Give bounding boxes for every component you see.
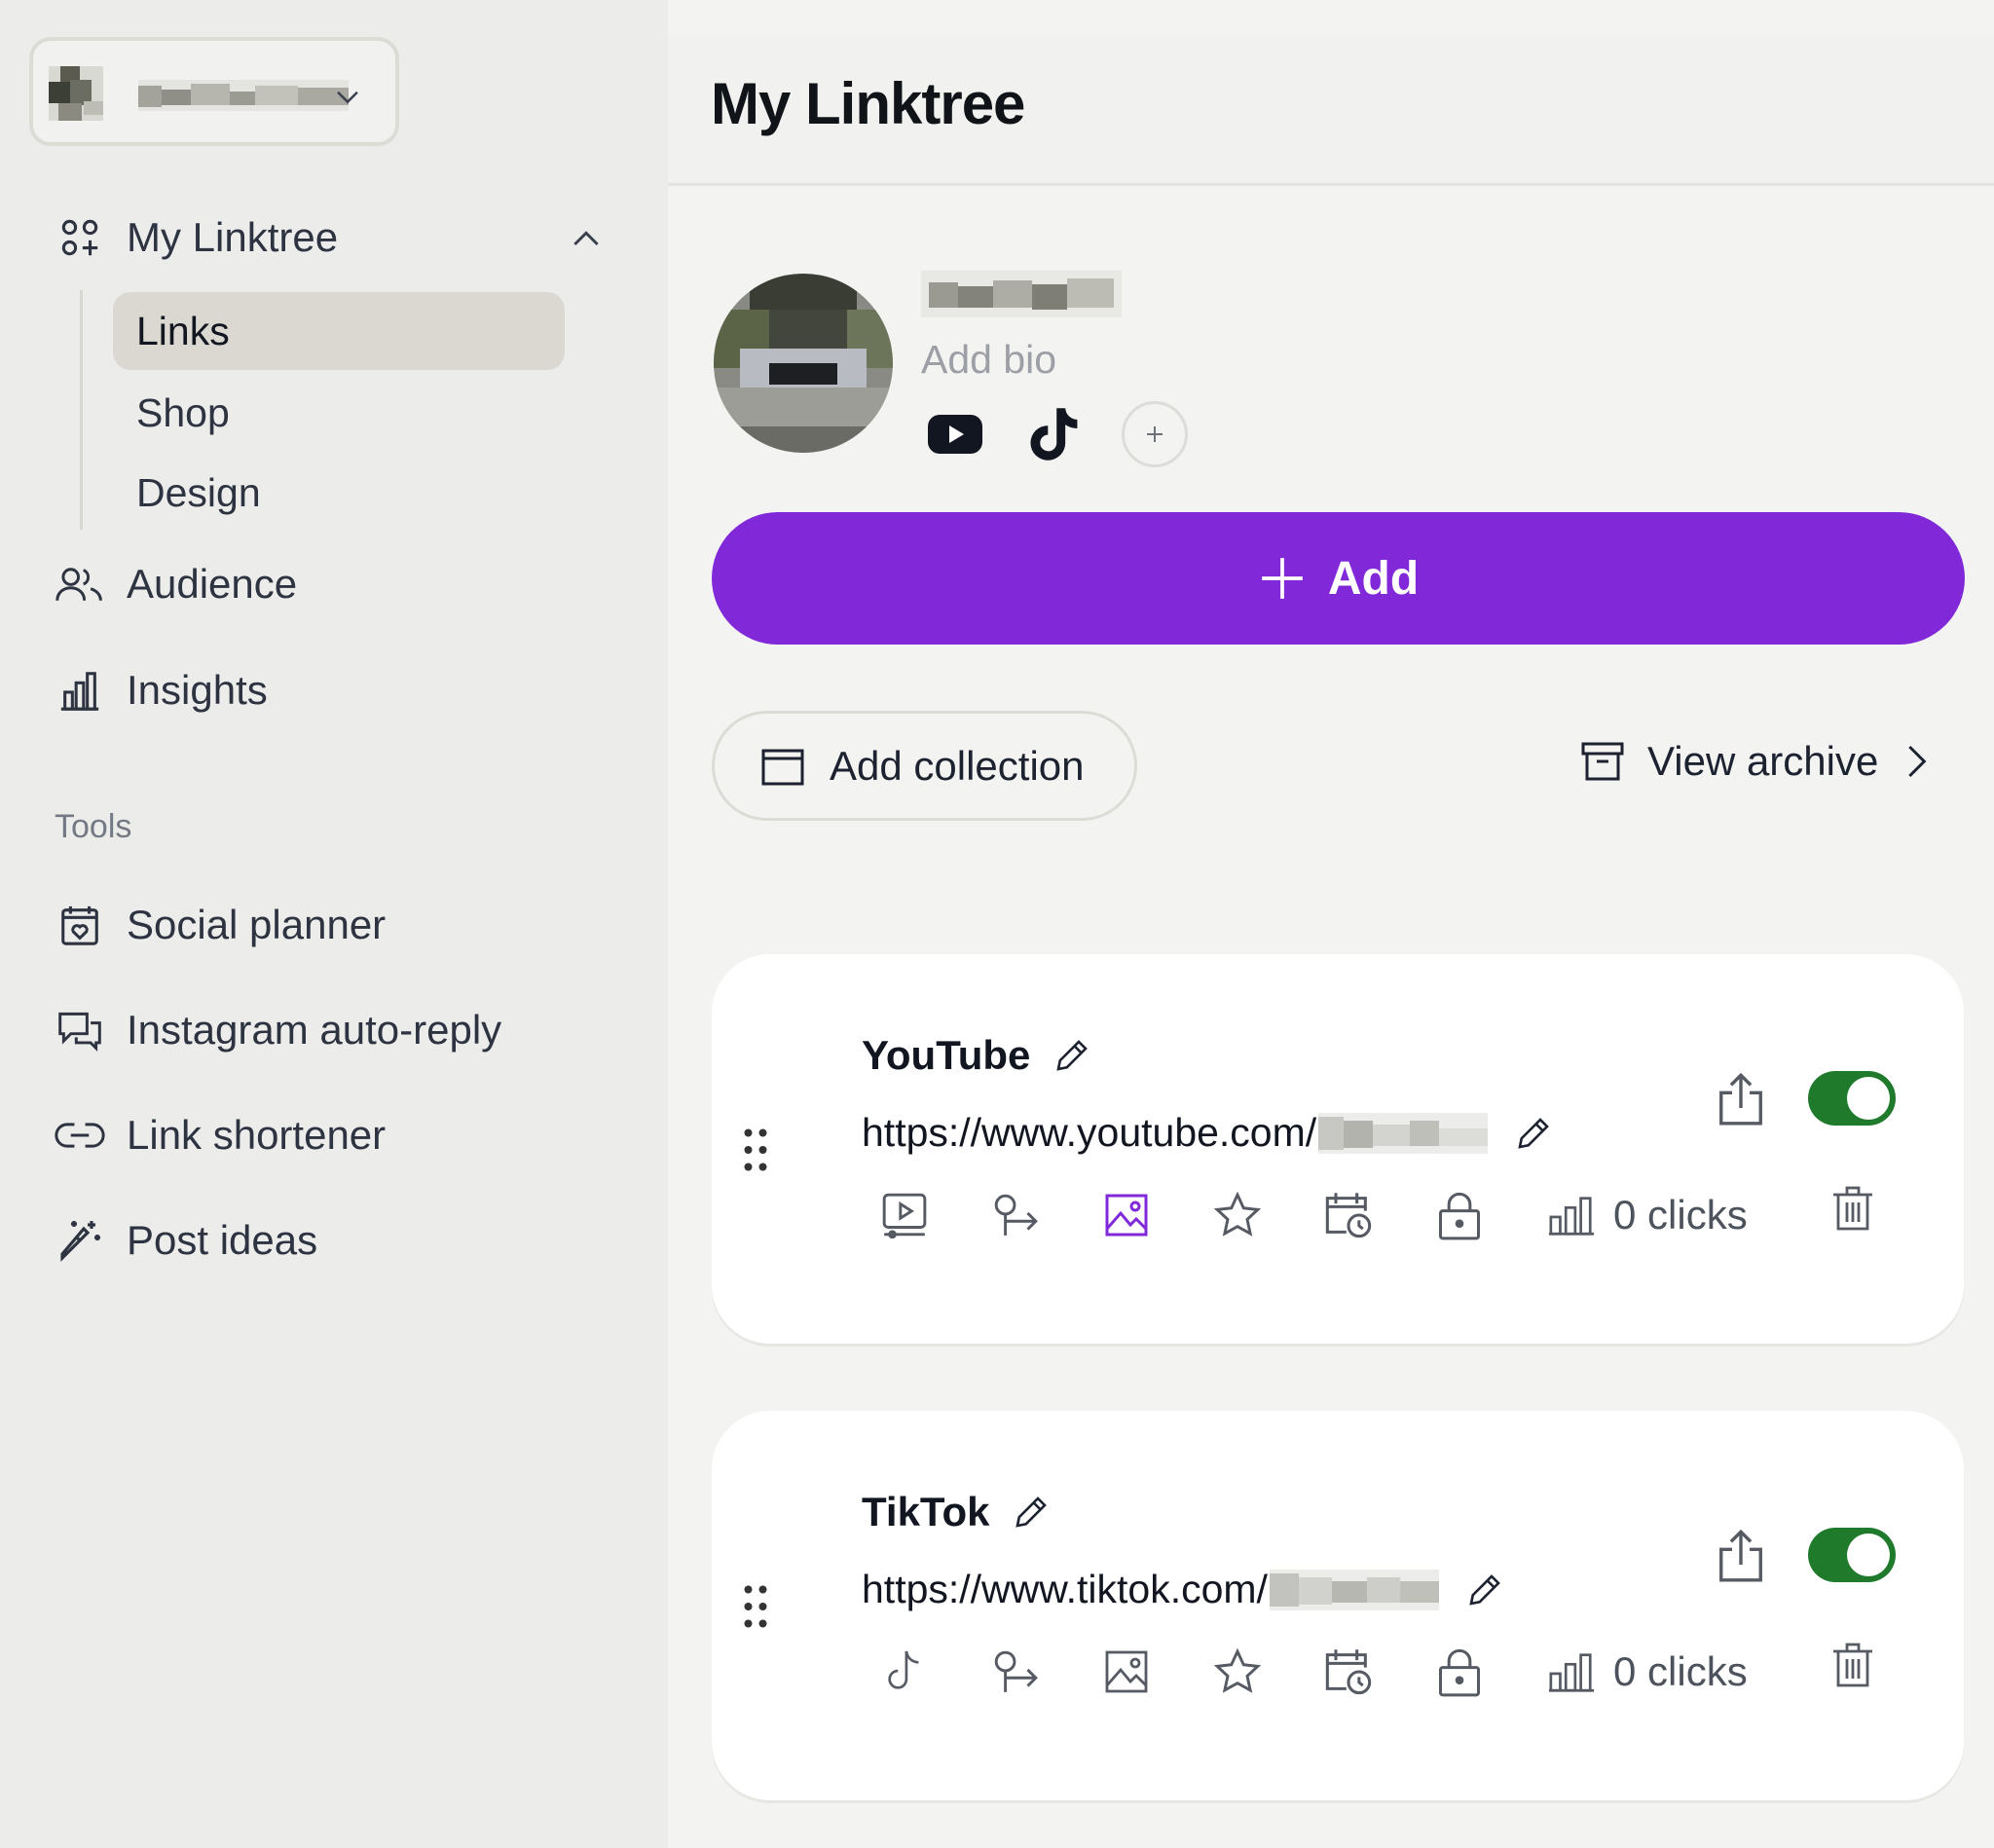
lock-icon[interactable] xyxy=(1430,1643,1489,1701)
url-redacted xyxy=(1269,1569,1439,1610)
drag-handle-icon[interactable] xyxy=(739,1126,772,1174)
add-social-button[interactable] xyxy=(1122,401,1188,467)
archive-icon xyxy=(1581,742,1624,781)
tools-section-label: Tools xyxy=(55,808,132,845)
link-title[interactable]: TikTok xyxy=(862,1489,989,1535)
nav-label: My Linktree xyxy=(127,214,339,260)
sidebar-item-design[interactable]: Design xyxy=(113,454,565,532)
profile-avatar[interactable] xyxy=(711,271,896,456)
tiktok-icon[interactable] xyxy=(1020,404,1089,464)
add-collection-label: Add collection xyxy=(830,742,1085,789)
link-url[interactable]: https://www.tiktok.com/ xyxy=(862,1567,1268,1612)
nav-link-shortener[interactable]: Link shortener xyxy=(55,1110,386,1161)
plus-icon xyxy=(1262,558,1303,599)
chat-bubbles-icon xyxy=(55,1005,105,1055)
page-title: My Linktree xyxy=(711,71,1025,136)
link-url-row: https://www.tiktok.com/ xyxy=(862,1567,1505,1612)
bar-chart-icon xyxy=(1548,1197,1595,1236)
nav-label: Instagram auto-reply xyxy=(127,1007,502,1053)
click-count-label: 0 clicks xyxy=(1613,1648,1748,1694)
share-icon[interactable] xyxy=(1717,1073,1765,1126)
profile-name-redacted[interactable] xyxy=(921,271,1122,317)
tiktok-icon[interactable] xyxy=(875,1643,934,1701)
pencil-icon[interactable] xyxy=(1011,1492,1052,1533)
thumbnail-icon[interactable] xyxy=(1097,1186,1156,1244)
youtube-icon[interactable] xyxy=(921,404,989,464)
link-enabled-toggle[interactable] xyxy=(1808,1528,1896,1582)
sidebar-item-shop[interactable]: Shop xyxy=(113,374,565,452)
link-card-youtube: YouTube https://www.youtube.com/ 0 click… xyxy=(712,954,1964,1344)
subtree-line xyxy=(80,290,83,530)
nav-label: Link shortener xyxy=(127,1112,387,1158)
link-url-row: https://www.youtube.com/ xyxy=(862,1110,1554,1156)
add-link-button[interactable]: Add xyxy=(712,512,1965,645)
apps-icon xyxy=(55,212,105,263)
thumbnail-icon[interactable] xyxy=(1097,1643,1156,1701)
pencil-icon[interactable] xyxy=(1052,1035,1092,1076)
nav-label: Social planner xyxy=(127,902,387,947)
link-url[interactable]: https://www.youtube.com/ xyxy=(862,1110,1316,1156)
view-archive-link[interactable]: View archive xyxy=(1579,738,1933,785)
sidebar-item-label: Links xyxy=(136,308,230,353)
pencil-icon[interactable] xyxy=(1513,1113,1554,1154)
nav-label: Audience xyxy=(127,561,298,607)
star-icon[interactable] xyxy=(1208,1186,1267,1244)
nav-my-linktree[interactable]: My Linktree xyxy=(55,212,338,263)
account-switcher[interactable] xyxy=(29,37,399,146)
click-count[interactable]: 0 clicks xyxy=(1547,1192,1748,1238)
link-card-tiktok: TikTok https://www.tiktok.com/ 0 clicks xyxy=(712,1411,1964,1800)
nav-social-planner[interactable]: Social planner xyxy=(55,900,386,950)
chevron-right-icon xyxy=(1908,745,1927,778)
chevron-up-icon[interactable] xyxy=(567,220,606,259)
nav-audience[interactable]: Audience xyxy=(55,559,297,610)
link-enabled-toggle[interactable] xyxy=(1808,1071,1896,1126)
account-name-redacted xyxy=(138,80,349,111)
nav-insights[interactable]: Insights xyxy=(55,665,268,716)
sidebar: My Linktree Links Shop Design Audience I… xyxy=(0,0,668,1848)
click-count-label: 0 clicks xyxy=(1613,1192,1748,1238)
trash-icon[interactable] xyxy=(1831,1641,1874,1689)
url-redacted xyxy=(1318,1112,1489,1154)
click-count[interactable]: 0 clicks xyxy=(1547,1648,1748,1695)
redirect-icon[interactable] xyxy=(986,1643,1045,1701)
sidebar-item-links[interactable]: Links xyxy=(113,292,565,370)
toggle-knob xyxy=(1847,1534,1890,1576)
nav-label: Insights xyxy=(127,667,268,713)
nav-label: Post ideas xyxy=(127,1217,318,1263)
account-avatar xyxy=(49,66,103,121)
share-icon[interactable] xyxy=(1717,1530,1765,1582)
link-title-row: YouTube xyxy=(862,1032,1092,1079)
collection-icon xyxy=(761,749,804,785)
sidebar-item-label: Design xyxy=(136,469,261,515)
magic-wand-icon xyxy=(55,1215,105,1266)
view-archive-label: View archive xyxy=(1647,738,1879,784)
add-bio-placeholder[interactable]: Add bio xyxy=(921,337,1056,383)
chevron-down-icon xyxy=(337,91,358,104)
sidebar-item-label: Shop xyxy=(136,389,230,435)
page-header: My Linktree xyxy=(668,35,1994,186)
schedule-icon[interactable] xyxy=(1319,1643,1378,1701)
link-title[interactable]: YouTube xyxy=(862,1032,1030,1079)
add-button-label: Add xyxy=(1327,552,1420,605)
link-icon xyxy=(55,1110,105,1161)
bar-chart-icon xyxy=(1548,1653,1595,1692)
people-icon xyxy=(55,559,105,610)
pencil-icon[interactable] xyxy=(1464,1570,1505,1610)
nav-post-ideas[interactable]: Post ideas xyxy=(55,1215,317,1266)
nav-instagram-auto-reply[interactable]: Instagram auto-reply xyxy=(55,1005,501,1055)
link-title-row: TikTok xyxy=(862,1489,1052,1535)
toggle-knob xyxy=(1847,1077,1890,1120)
video-icon[interactable] xyxy=(875,1186,934,1244)
add-collection-button[interactable]: Add collection xyxy=(712,711,1137,821)
trash-icon[interactable] xyxy=(1831,1184,1874,1233)
drag-handle-icon[interactable] xyxy=(739,1582,772,1631)
schedule-icon[interactable] xyxy=(1319,1186,1378,1244)
lock-icon[interactable] xyxy=(1430,1186,1489,1244)
redirect-icon[interactable] xyxy=(986,1186,1045,1244)
star-icon[interactable] xyxy=(1208,1643,1267,1701)
bar-chart-icon xyxy=(55,665,105,716)
calendar-heart-icon xyxy=(55,900,105,950)
